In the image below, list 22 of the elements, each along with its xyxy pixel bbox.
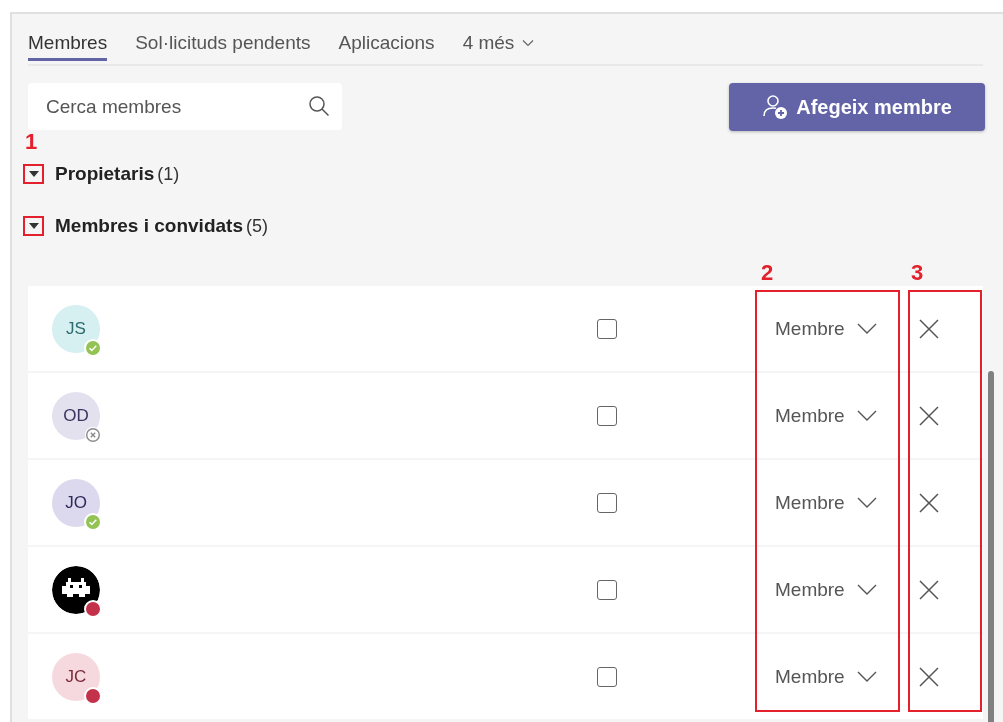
tab[interactable]: Sol·licituds pendents	[135, 32, 311, 61]
role-dropdown[interactable]: Membre	[775, 313, 877, 344]
role-dropdown[interactable]: Membre	[775, 400, 877, 431]
group-count: (5)	[245, 215, 268, 237]
search-field[interactable]: Cerca membres	[28, 83, 342, 130]
annotation-number: 2	[761, 260, 774, 286]
avatar: JS	[52, 304, 100, 353]
tab[interactable]: 4 més	[462, 32, 535, 61]
avatar: JC	[52, 652, 100, 701]
avatar: OD	[52, 391, 100, 440]
annotation-number: 3	[911, 260, 924, 286]
add-member-button[interactable]: Afegeix membre	[729, 83, 985, 131]
tab[interactable]: Membres	[28, 32, 108, 61]
annotation-number: 1	[25, 129, 38, 155]
role-dropdown[interactable]: Membre	[775, 661, 877, 692]
group-title: Propietaris	[55, 163, 155, 185]
role-dropdown[interactable]: Membre	[775, 487, 877, 518]
group-count: (1)	[157, 163, 180, 185]
group-title: Membres i convidats	[55, 215, 243, 237]
tab[interactable]: Aplicacions	[338, 32, 435, 61]
avatar: JO	[52, 478, 100, 527]
role-dropdown[interactable]: Membre	[775, 574, 877, 605]
